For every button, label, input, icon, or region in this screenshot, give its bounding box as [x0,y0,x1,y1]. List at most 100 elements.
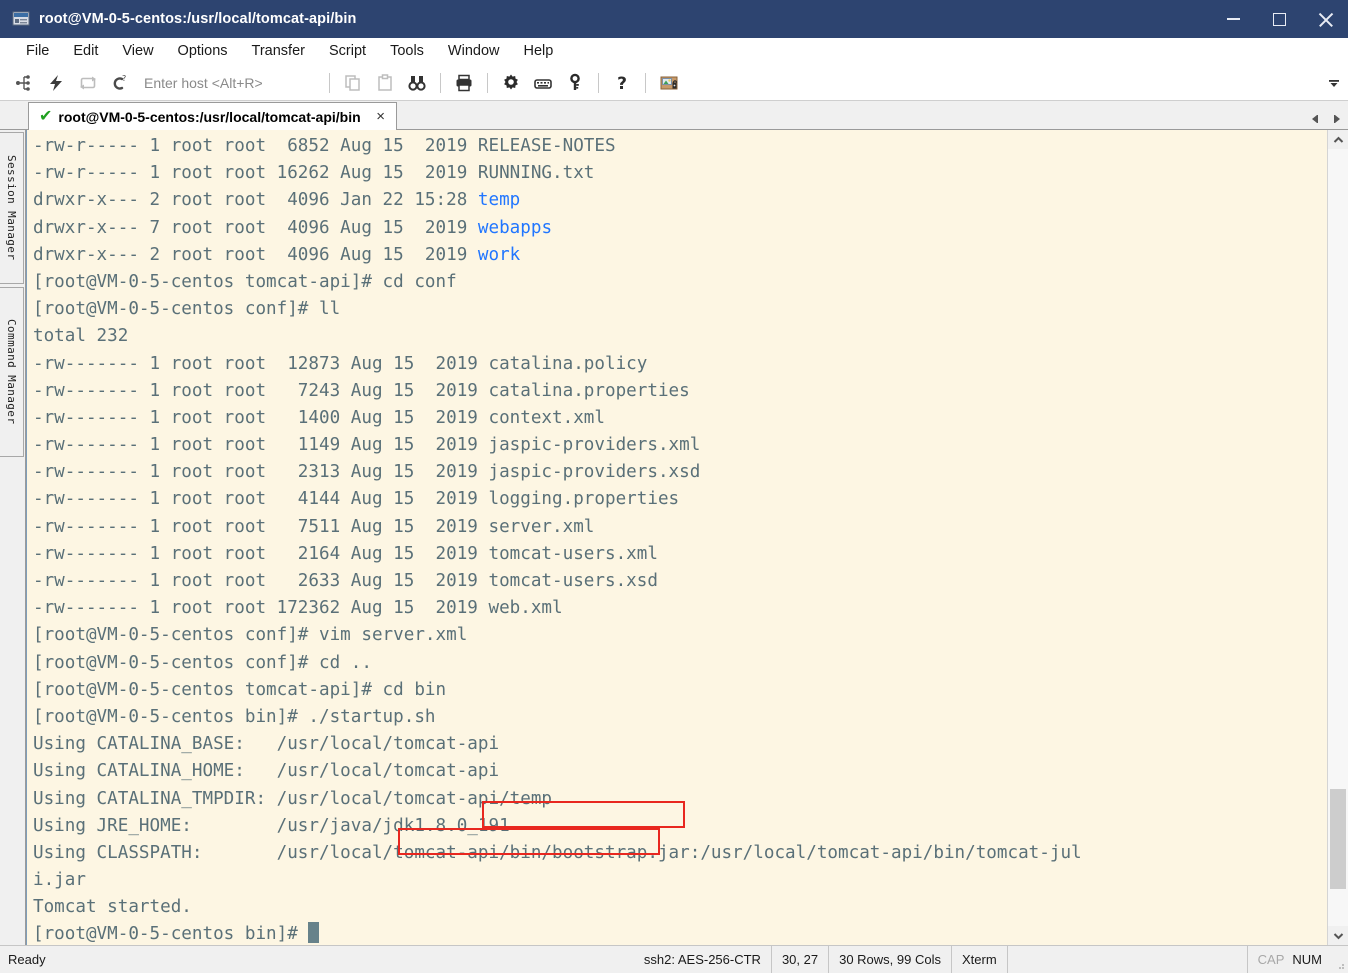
maximize-icon [1272,12,1286,26]
scrollbar-track[interactable] [1328,149,1348,926]
terminal-text: [root@VM-0-5-centos tomcat-api]# cd conf [33,271,457,292]
terminal-text: -rw------- 1 root root 4144 Aug 15 2019 … [33,489,680,510]
key-icon[interactable] [562,70,588,96]
terminal-text: -rw------- 1 root root 172362 Aug 15 201… [33,598,563,619]
menu-transfer[interactable]: Transfer [240,40,317,62]
terminal-line: -rw------- 1 root root 1400 Aug 15 2019 … [33,405,1327,432]
svg-text:?: ? [122,74,126,83]
session-options-icon[interactable] [498,70,524,96]
menu-bar: File Edit View Options Transfer Script T… [0,38,1348,65]
scroll-up-button[interactable] [1328,130,1348,149]
status-cursor-position: 30, 27 [772,946,830,973]
copy-icon[interactable] [340,70,366,96]
terminal-text: -rw-r----- 1 root root 6852 Aug 15 2019 … [33,136,616,156]
paste-icon[interactable] [372,70,398,96]
terminal-text: Using CLASSPATH: /usr/local/tomcat-api/b… [33,842,1082,863]
connect-icon[interactable] [11,70,37,96]
disconnect-icon[interactable]: ? [107,70,133,96]
terminal-text: -rw------- 1 root root 1400 Aug 15 2019 … [33,407,605,428]
toolbar-separator-1 [329,72,330,93]
terminal-line: [root@VM-0-5-centos bin]# ./startup.sh [33,704,1327,731]
session-manager-label: Session Manager [5,155,18,261]
terminal-line: -rw-r----- 1 root root 16262 Aug 15 2019… [33,160,1327,187]
terminal-line: Tomcat started. [33,894,1327,921]
help-icon[interactable]: ? [609,70,635,96]
status-num: NUM [1292,952,1322,967]
minimize-button[interactable] [1210,0,1256,38]
sidebar-item-session-manager[interactable]: Session Manager [0,132,24,284]
terminal-line: -rw------- 1 root root 2313 Aug 15 2019 … [33,459,1327,486]
menu-options[interactable]: Options [166,40,240,62]
scrollbar-thumb[interactable] [1330,789,1346,889]
status-dimensions: 30 Rows, 99 Cols [829,946,952,973]
status-bar: Ready ssh2: AES-256-CTR 30, 27 30 Rows, … [0,945,1348,973]
toolbar-separator-4 [598,72,599,93]
status-ready: Ready [8,952,46,967]
sidebar-item-command-manager[interactable]: Command Manager [0,287,24,457]
terminal-text: drwxr-x--- 7 root root 4096 Aug 15 2019 [33,217,478,238]
toolbar-overflow-button[interactable] [1326,77,1342,89]
terminal-line: [root@VM-0-5-centos conf]# ll [33,296,1327,323]
toolbar: ? Enter host <Alt+R> ? [0,65,1348,101]
tab-session-0[interactable]: ✔ root@VM-0-5-centos:/usr/local/tomcat-a… [28,102,397,130]
menu-edit[interactable]: Edit [61,40,110,62]
tab-label: root@VM-0-5-centos:/usr/local/tomcat-api… [58,108,361,125]
terminal-text: Using CATALINA_HOME: /usr/local/tomcat-a… [33,761,500,782]
terminal-line: -rw------- 1 root root 12873 Aug 15 2019… [33,351,1327,378]
terminal-line: Using CLASSPATH: /usr/local/tomcat-api/b… [33,840,1327,867]
tab-scroll-right-icon[interactable] [1326,113,1348,125]
terminal-text: Using CATALINA_BASE: /usr/local/tomcat-a… [33,734,500,755]
menu-tools[interactable]: Tools [378,40,436,62]
terminal-line: drwxr-x--- 2 root root 4096 Aug 15 2019 … [33,242,1327,269]
terminal-text: drwxr-x--- 2 root root 4096 Aug 15 2019 [33,244,478,265]
tab-scroll-left-icon[interactable] [1304,113,1326,125]
terminal-text: -rw------- 1 root root 12873 Aug 15 2019… [33,353,648,374]
terminal-line: -rw------- 1 root root 4144 Aug 15 2019 … [33,486,1327,513]
terminal-line: [root@VM-0-5-centos tomcat-api]# cd bin [33,677,1327,704]
keymap-editor-icon[interactable] [530,70,556,96]
terminal-cursor [308,922,320,944]
menu-window[interactable]: Window [436,40,512,62]
terminal-scrollbar[interactable] [1327,130,1348,945]
terminal-text: -rw------- 1 root root 2633 Aug 15 2019 … [33,571,658,591]
terminal-line: -rw-r----- 1 root root 6852 Aug 15 2019 … [33,133,1327,160]
terminal-line: -rw------- 1 root root 2633 Aug 15 2019 … [33,568,1327,595]
menu-help[interactable]: Help [512,40,566,62]
status-protocol: ssh2: AES-256-CTR [634,946,772,973]
host-input[interactable]: Enter host <Alt+R> [136,75,322,91]
terminal-pane: -rw-r----- 1 root root 6852 Aug 15 2019 … [26,130,1348,945]
terminal-line: -rw------- 1 root root 7511 Aug 15 2019 … [33,514,1327,541]
scroll-down-button[interactable] [1328,926,1348,945]
menu-view[interactable]: View [110,40,165,62]
terminal-line: -rw------- 1 root root 1149 Aug 15 2019 … [33,432,1327,459]
minimize-icon [1226,18,1240,20]
svg-text:?: ? [617,74,627,93]
status-caps: CAP [1257,952,1285,967]
quick-connect-icon[interactable] [43,70,69,96]
menu-file[interactable]: File [14,40,61,62]
tab-close-icon[interactable]: × [373,109,389,124]
terminal-text: -rw-r----- 1 root root 16262 Aug 15 2019… [33,163,595,184]
terminal-text: -rw------- 1 root root 7511 Aug 15 2019 … [33,516,595,537]
terminal-line: drwxr-x--- 2 root root 4096 Jan 22 15:28… [33,187,1327,214]
terminal-text: total 232 [33,326,129,347]
connected-check-icon: ✔ [39,107,53,125]
close-button[interactable] [1302,0,1348,38]
terminal-output[interactable]: -rw-r----- 1 root root 6852 Aug 15 2019 … [27,130,1327,945]
terminal-line: total 232 [33,323,1327,350]
terminal-line: [root@VM-0-5-centos conf]# cd .. [33,650,1327,677]
toolbar-separator-2 [440,72,441,93]
sftp-tab-icon[interactable] [656,70,682,96]
find-icon[interactable] [404,70,430,96]
maximize-button[interactable] [1256,0,1302,38]
print-icon[interactable] [451,70,477,96]
directory-name: temp [477,190,521,211]
terminal-line: -rw------- 1 root root 2164 Aug 15 2019 … [33,541,1327,568]
reconnect-icon[interactable] [75,70,101,96]
title-bar: root@VM-0-5-centos:/usr/local/tomcat-api… [0,0,1348,38]
body-area: Session Manager Command Manager -rw-r---… [0,130,1348,945]
terminal-line: -rw------- 1 root root 172362 Aug 15 201… [33,595,1327,622]
menu-script[interactable]: Script [317,40,378,62]
resize-grip-icon[interactable] [1332,946,1348,973]
terminal-line: -rw------- 1 root root 7243 Aug 15 2019 … [33,378,1327,405]
